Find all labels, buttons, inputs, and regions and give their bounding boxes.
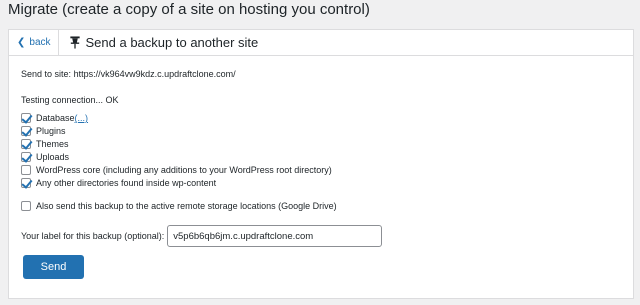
back-link[interactable]: ❮ back	[9, 30, 59, 55]
send-button[interactable]: Send	[23, 255, 84, 279]
panel-header: ❮ back Send a backup to another site	[9, 30, 633, 56]
page-title: Migrate (create a copy of a site on host…	[8, 1, 370, 18]
panel-title: Send a backup to another site	[85, 35, 259, 50]
back-label: back	[29, 37, 51, 48]
backup-label-text: Your label for this backup (optional):	[21, 231, 165, 241]
option-plugins[interactable]: Plugins	[21, 125, 66, 137]
option-themes[interactable]: Themes	[21, 138, 69, 150]
database-label: Database	[36, 113, 75, 123]
send-backup-panel: ❮ back Send a backup to another site Sen…	[8, 29, 634, 299]
option-database[interactable]: Database (...)	[21, 112, 88, 124]
themes-label: Themes	[36, 139, 69, 149]
send-to-site: Send to site: https://vk964vw9kdz.c.updr…	[21, 69, 236, 79]
database-options-link[interactable]: (...)	[75, 113, 89, 123]
remote-storage-checkbox[interactable]	[21, 201, 31, 211]
database-checkbox[interactable]	[21, 113, 31, 123]
send-to-label: Send to site:	[21, 69, 72, 79]
send-to-url: https://vk964vw9kdz.c.updraftclone.com/	[73, 69, 236, 79]
other-directories-checkbox[interactable]	[21, 178, 31, 188]
uploads-label: Uploads	[36, 152, 70, 162]
option-remote-storage[interactable]: Also send this backup to the active remo…	[21, 200, 337, 212]
option-uploads[interactable]: Uploads	[21, 151, 69, 163]
wordpress-core-label: WordPress core (including any additions …	[36, 165, 332, 175]
option-other-directories[interactable]: Any other directories found inside wp-co…	[21, 177, 216, 189]
wordpress-core-checkbox[interactable]	[21, 165, 31, 175]
plugins-label: Plugins	[36, 126, 66, 136]
plugins-checkbox[interactable]	[21, 126, 31, 136]
remote-storage-label: Also send this backup to the active remo…	[36, 201, 337, 211]
backup-label-input[interactable]	[167, 225, 383, 247]
other-directories-label: Any other directories found inside wp-co…	[36, 178, 217, 188]
pushpin-icon	[69, 36, 80, 49]
backup-label-row: Your label for this backup (optional):	[21, 225, 383, 247]
themes-checkbox[interactable]	[21, 139, 31, 149]
header-title: Send a backup to another site	[69, 35, 259, 50]
chevron-left-icon: ❮	[17, 37, 26, 48]
uploads-checkbox[interactable]	[21, 152, 31, 162]
connection-status: Testing connection... OK	[21, 95, 119, 105]
option-wordpress-core[interactable]: WordPress core (including any additions …	[21, 164, 332, 176]
